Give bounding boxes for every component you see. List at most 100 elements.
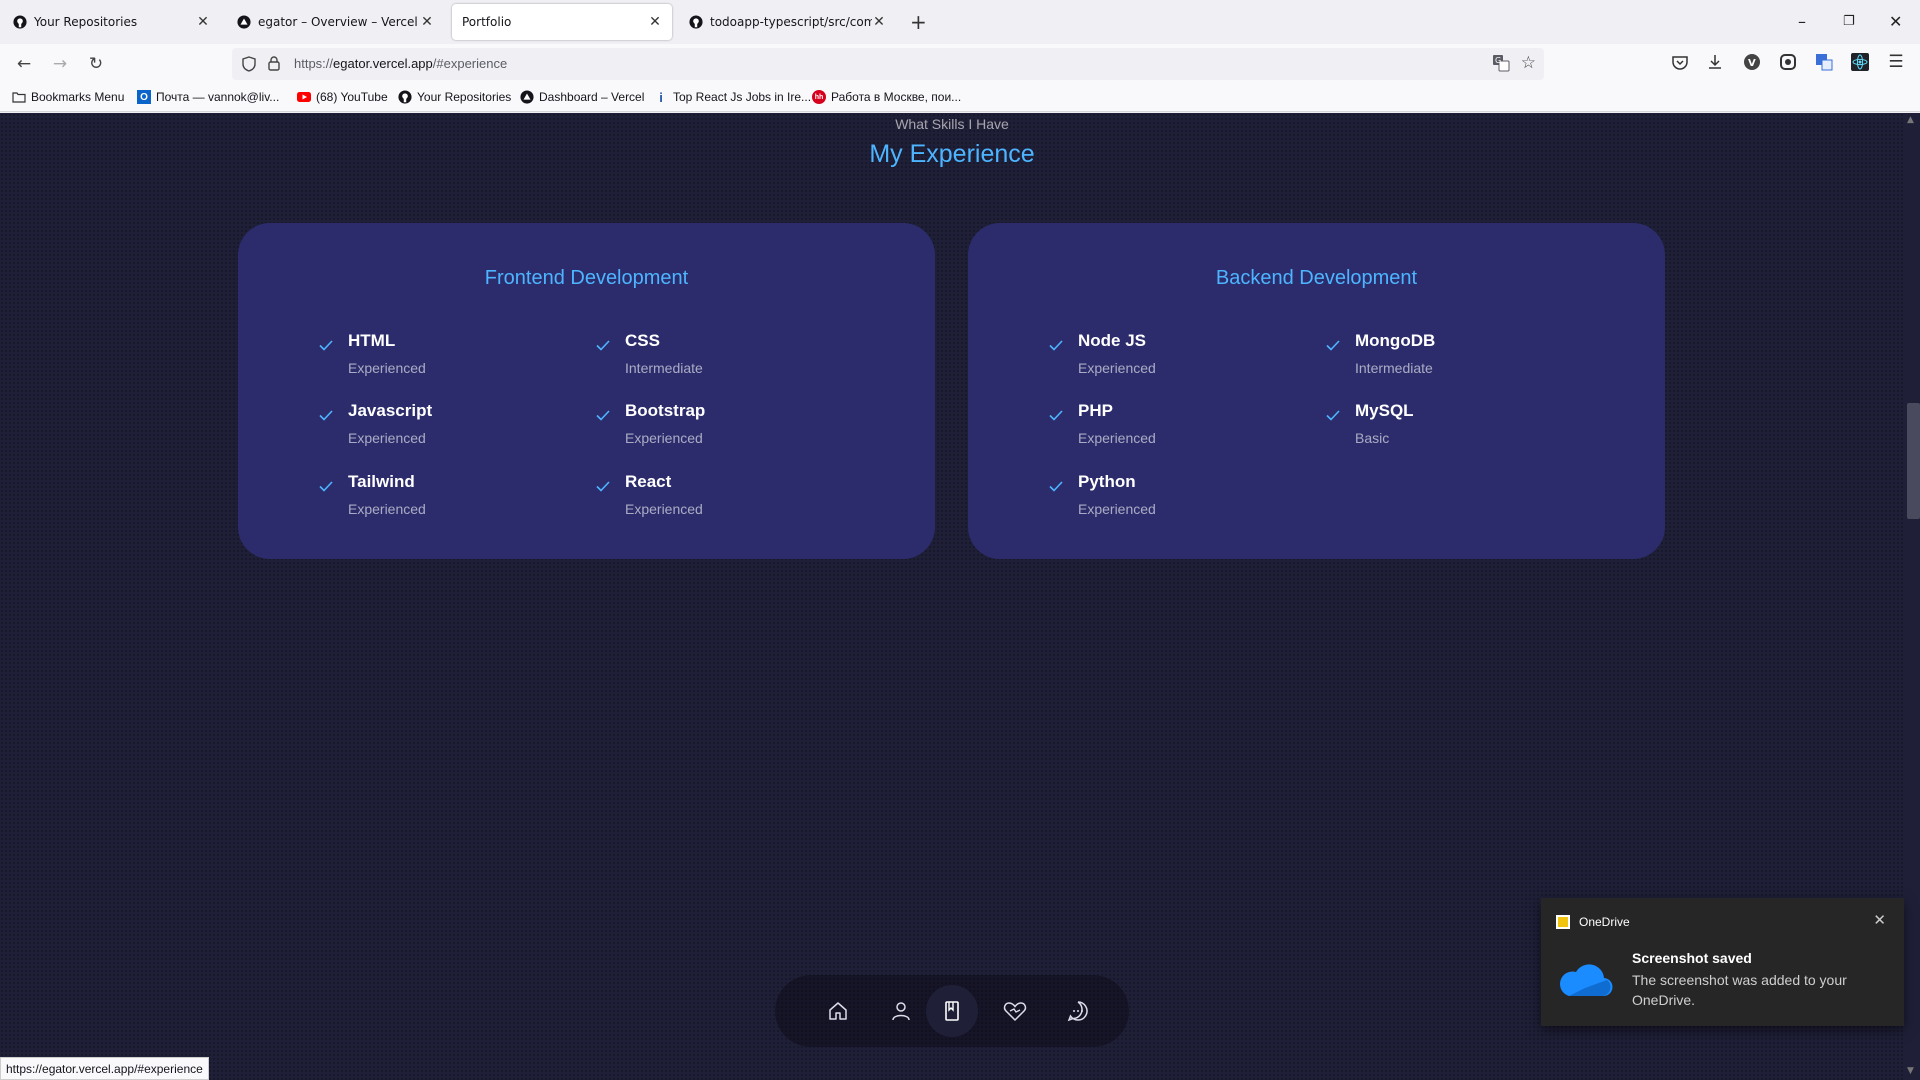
bookmark-hh[interactable]: hh Работа в Москве, пои... (812, 90, 961, 104)
card-title: Backend Development (1215, 267, 1418, 289)
section-heading: My Experience (869, 140, 1035, 168)
bookmark-label: Bookmarks Menu (31, 90, 125, 104)
react-devtools-icon[interactable] (1850, 52, 1870, 72)
shield-icon[interactable] (242, 56, 256, 76)
skill-level: Experienced (348, 501, 426, 517)
bookmark-react-jobs[interactable]: i Top React Js Jobs in Ire... (654, 89, 812, 105)
close-icon[interactable]: ✕ (1873, 911, 1886, 929)
skill-item: Node JS Experienced (1048, 331, 1308, 391)
github-icon (688, 15, 703, 30)
vpn-extension-icon[interactable]: V (1742, 52, 1762, 72)
lock-icon[interactable] (268, 56, 280, 75)
skill-level: Intermediate (625, 360, 703, 376)
message-icon (1067, 1001, 1088, 1022)
forward-button[interactable]: → (48, 52, 72, 76)
menu-icon[interactable]: ☰ (1886, 52, 1906, 72)
close-icon[interactable]: ✕ (196, 14, 210, 30)
bookmark-label: Работа в Москве, пои... (831, 90, 962, 104)
nav-about-button[interactable] (875, 985, 927, 1037)
notification-body: The screenshot was added to your OneDriv… (1632, 972, 1847, 1008)
url-prefix: https:// (294, 56, 334, 71)
nav-contact-button[interactable] (1052, 985, 1104, 1037)
tab-title: Portfolio (462, 15, 512, 29)
check-icon (596, 481, 610, 492)
skill-name: HTML (348, 331, 396, 350)
download-icon[interactable] (1705, 52, 1725, 72)
notification-app-name: OneDrive (1579, 915, 1630, 929)
skill-name: MySQL (1355, 401, 1414, 420)
navigation-toolbar: ← → ↻ https://egator.vercel.app/#experie… (0, 44, 1920, 84)
folder-icon (12, 90, 26, 104)
indeed-icon: i (659, 89, 663, 105)
frontend-card: Frontend Development HTML Experienced CS… (238, 223, 935, 559)
bookmark-mail[interactable]: O Почта — vannok@liv... (137, 90, 279, 104)
svg-text:G: G (1495, 56, 1501, 65)
bookmark-vercel-dashboard[interactable]: Dashboard – Vercel (520, 90, 644, 104)
vercel-icon (236, 15, 251, 30)
url-text[interactable]: https://egator.vercel.app/#experience (294, 56, 507, 71)
reload-button[interactable]: ↻ (84, 52, 108, 76)
section-subtitle: What Skills I Have (895, 116, 1009, 132)
close-icon[interactable]: ✕ (420, 14, 434, 30)
tab-vercel-overview[interactable]: egator – Overview – Vercel ✕ (226, 4, 444, 40)
skill-item: Bootstrap Experienced (595, 401, 855, 461)
vercel-icon (520, 90, 534, 104)
status-link: https://egator.vercel.app/#experience (0, 1057, 209, 1080)
check-icon (1049, 340, 1063, 351)
bookmark-star-icon[interactable]: ☆ (1521, 53, 1536, 73)
bookmark-youtube[interactable]: (68) YouTube (297, 90, 388, 104)
new-tab-button[interactable]: + (910, 10, 927, 34)
nav-home-button[interactable] (812, 985, 864, 1037)
skill-level: Experienced (1078, 360, 1156, 376)
close-icon[interactable]: ✕ (648, 14, 662, 30)
onedrive-app-icon (1556, 915, 1570, 929)
check-icon (1326, 410, 1340, 421)
close-icon[interactable]: ✕ (872, 14, 886, 30)
scrollbar-thumb[interactable] (1907, 403, 1920, 519)
back-button[interactable]: ← (12, 52, 36, 76)
skill-name: PHP (1078, 401, 1113, 420)
nav-services-button[interactable] (989, 985, 1041, 1037)
pocket-icon[interactable] (1670, 52, 1690, 72)
translator-extension-icon[interactable] (1814, 52, 1834, 72)
page-scrollbar[interactable]: ▲ ▼ (1904, 113, 1920, 1080)
skill-level: Intermediate (1355, 360, 1433, 376)
nav-experience-button[interactable] (926, 985, 978, 1037)
github-icon (398, 90, 412, 104)
bookmark-label: Dashboard – Vercel (539, 90, 645, 104)
skill-name: Python (1078, 472, 1136, 491)
tab-todoapp[interactable]: todoapp-typescript/src/compo ✕ (678, 4, 896, 40)
floating-nav (775, 975, 1129, 1047)
user-icon (892, 1002, 910, 1021)
scroll-up-icon[interactable]: ▲ (1907, 115, 1914, 125)
skill-item: PHP Experienced (1048, 401, 1308, 461)
services-icon (1003, 1002, 1027, 1022)
tab-your-repositories[interactable]: Your Repositories ✕ (2, 4, 220, 40)
skill-name: Tailwind (348, 472, 415, 491)
skill-name: React (625, 472, 672, 491)
bookmark-label: (68) YouTube (316, 90, 388, 104)
skill-name: Javascript (348, 401, 433, 420)
translate-icon[interactable]: G (1492, 54, 1510, 76)
check-icon (1049, 410, 1063, 421)
close-window-button[interactable]: ✕ (1889, 10, 1902, 34)
notification-app: OneDrive (1556, 915, 1630, 929)
skill-item: MongoDB Intermediate (1325, 331, 1585, 391)
card-title: Frontend Development (484, 267, 689, 289)
tab-portfolio[interactable]: Portfolio ✕ (452, 4, 672, 40)
bookmark-bookmarks-menu[interactable]: Bookmarks Menu (12, 90, 124, 104)
minimize-button[interactable]: – (1798, 10, 1806, 34)
skill-level: Experienced (1078, 430, 1156, 446)
skill-item: Python Experienced (1048, 472, 1308, 532)
scroll-down-icon[interactable]: ▼ (1907, 1066, 1914, 1076)
address-bar[interactable]: https://egator.vercel.app/#experience G … (232, 48, 1544, 80)
bookmark-your-repositories[interactable]: Your Repositories (398, 90, 511, 104)
onedrive-notification[interactable]: OneDrive ✕ Screenshot saved The screensh… (1541, 898, 1904, 1026)
sync-extension-icon[interactable] (1778, 52, 1798, 72)
bookmark-label: Top React Js Jobs in Ire... (673, 90, 812, 104)
restore-button[interactable]: ❐ (1843, 10, 1855, 34)
skill-name: MongoDB (1355, 331, 1436, 350)
skill-item: HTML Experienced (318, 331, 578, 391)
skill-name: Node JS (1078, 331, 1147, 350)
youtube-icon (297, 90, 311, 104)
